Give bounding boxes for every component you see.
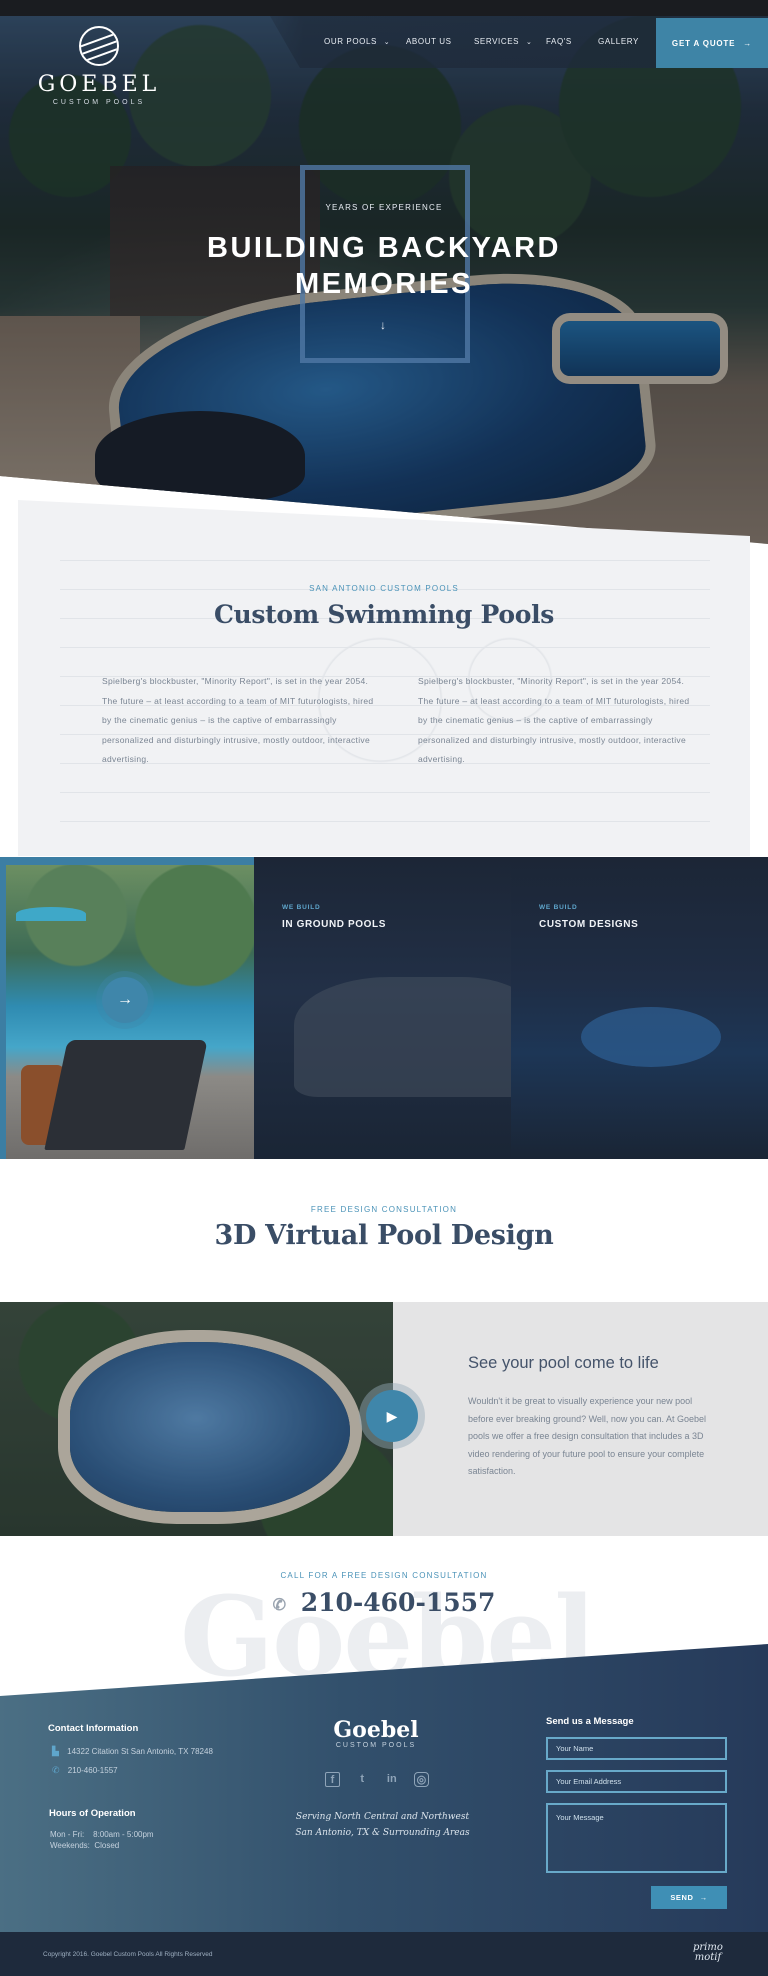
name-field[interactable]: Your Name [546, 1737, 727, 1760]
service-kicker: WE BUILD [539, 904, 578, 911]
logo-mark-icon [79, 26, 119, 66]
phone-icon: ✆ [52, 1765, 60, 1775]
virtual-heading: See your pool come to life [468, 1354, 659, 1372]
intro-paragraph-left: Spielberg's blockbuster, "Minority Repor… [102, 676, 374, 764]
pool-aerial-photo [0, 1302, 393, 1536]
nav-label: GALLERY [598, 37, 639, 46]
hours-line: Mon - Fri: 8:00am - 5:00pm [50, 1830, 154, 1839]
logo-name: GOEBEL [37, 72, 161, 97]
social-links: f t in ◎ [325, 1772, 429, 1787]
hours-heading: Hours of Operation [49, 1808, 136, 1819]
credit-line2: motif [694, 1952, 722, 1963]
send-button[interactable]: SEND → [651, 1886, 727, 1909]
service-area-line2: San Antonio, TX & Surrounding Areas [295, 1828, 470, 1838]
footer-logo[interactable]: Goebel [314, 1717, 438, 1743]
arrow-down-icon[interactable]: ↓ [380, 318, 386, 332]
rock-waterfall [294, 977, 511, 1097]
site-logo[interactable]: GOEBEL CUSTOM POOLS [34, 26, 164, 106]
service-area: Serving North Central and Northwest San … [290, 1809, 475, 1841]
intro-title: Custom Swimming Pools [213, 600, 555, 629]
lounge-chair [44, 1040, 208, 1150]
service-kicker: WE BUILD [282, 904, 321, 911]
service-card-custom-designs[interactable]: WE BUILD CUSTOM DESIGNS [511, 857, 768, 1159]
photo-shade [0, 1302, 393, 1536]
name-placeholder: Your Name [556, 1744, 594, 1753]
hero-title-line2: MEMORIES [295, 268, 473, 300]
copyright-text: Copyright 2016. Goebel Custom Pools All … [43, 1951, 213, 1958]
hero-title: BUILDING BACKYARD MEMORIES [0, 230, 768, 302]
virtual-text: Wouldn't it be great to visually experie… [468, 1396, 706, 1476]
service-card-in-ground-pools[interactable]: WE BUILD IN GROUND POOLS [254, 857, 511, 1159]
arrow-right-icon[interactable]: → [102, 977, 148, 1023]
email-placeholder: Your Email Address [556, 1777, 622, 1786]
hours-line: Weekends: Closed [50, 1841, 120, 1850]
cta-label: GET A QUOTE [671, 38, 736, 48]
call-kicker: CALL FOR A FREE DESIGN CONSULTATION [280, 1571, 488, 1580]
email-field[interactable]: Your Email Address [546, 1770, 727, 1793]
phone-number[interactable]: ✆ 210-460-1557 [0, 1588, 768, 1617]
contact-heading: Contact Information [48, 1723, 139, 1734]
nav-item-faqs[interactable]: FAQ'S [546, 37, 572, 46]
linkedin-icon[interactable]: in [384, 1772, 399, 1787]
footer-phone[interactable]: ✆ 210-460-1557 [52, 1765, 118, 1776]
intro-paragraph-right: Spielberg's blockbuster, "Minority Repor… [418, 676, 690, 764]
form-heading: Send us a Message [546, 1716, 634, 1727]
nav-item-about-us[interactable]: ABOUT US [406, 37, 452, 46]
virtual-kicker: FREE DESIGN CONSULTATION [310, 1205, 458, 1214]
nav-label: ABOUT US [406, 37, 452, 46]
arrow-right-icon: → [699, 1893, 708, 1902]
nav-label: OUR POOLS [324, 37, 377, 46]
nav-item-our-pools[interactable]: OUR POOLS ⌄ [324, 37, 390, 46]
service-title: CUSTOM DESIGNS [539, 919, 639, 930]
intro-kicker: SAN ANTONIO CUSTOM POOLS [309, 584, 459, 593]
message-field[interactable]: Your Message [546, 1803, 727, 1873]
send-label: SEND [670, 1893, 694, 1902]
nav-item-services[interactable]: SERVICES ⌄ [474, 37, 532, 46]
map-pin-icon: ▙ [52, 1746, 59, 1756]
facebook-icon[interactable]: f [325, 1772, 340, 1787]
spa-photo [581, 1007, 721, 1067]
phone-icon: ✆ [272, 1595, 286, 1614]
phone-text: 210-460-1557 [300, 1588, 496, 1617]
service-title: IN GROUND POOLS [282, 919, 387, 930]
message-placeholder: Your Message [556, 1813, 604, 1822]
arrow-right-icon: → [743, 38, 753, 48]
play-icon[interactable]: ▶ [366, 1390, 418, 1442]
footer-phone-text: 210-460-1557 [67, 1766, 118, 1775]
instagram-icon[interactable]: ◎ [413, 1772, 429, 1787]
service-area-line1: Serving North Central and Northwest [295, 1812, 470, 1822]
umbrella [16, 907, 86, 921]
chevron-down-icon: ⌄ [525, 39, 533, 46]
hero-title-line1: BUILDING BACKYARD [207, 232, 561, 264]
hero-kicker: YEARS OF EXPERIENCE [325, 203, 443, 212]
footer-logo-sub: CUSTOM POOLS [335, 1742, 417, 1749]
address-line: ▙ 14322 Citation St San Antonio, TX 7824… [52, 1746, 213, 1757]
address-text: 14322 Citation St San Antonio, TX 78248 [67, 1747, 213, 1756]
nav-label: FAQ'S [546, 37, 572, 46]
virtual-title: 3D Virtual Pool Design [214, 1220, 554, 1251]
logo-tagline: CUSTOM POOLS [52, 99, 146, 106]
nav-label: SERVICES [474, 37, 520, 46]
chevron-down-icon: ⌄ [383, 39, 391, 46]
agency-credit[interactable]: primo motif [693, 1943, 723, 1963]
twitter-icon[interactable]: t [355, 1772, 370, 1787]
browser-top-bar [0, 0, 768, 16]
nav-item-gallery[interactable]: GALLERY [598, 37, 639, 46]
get-a-quote-button[interactable]: GET A QUOTE → [656, 18, 768, 68]
